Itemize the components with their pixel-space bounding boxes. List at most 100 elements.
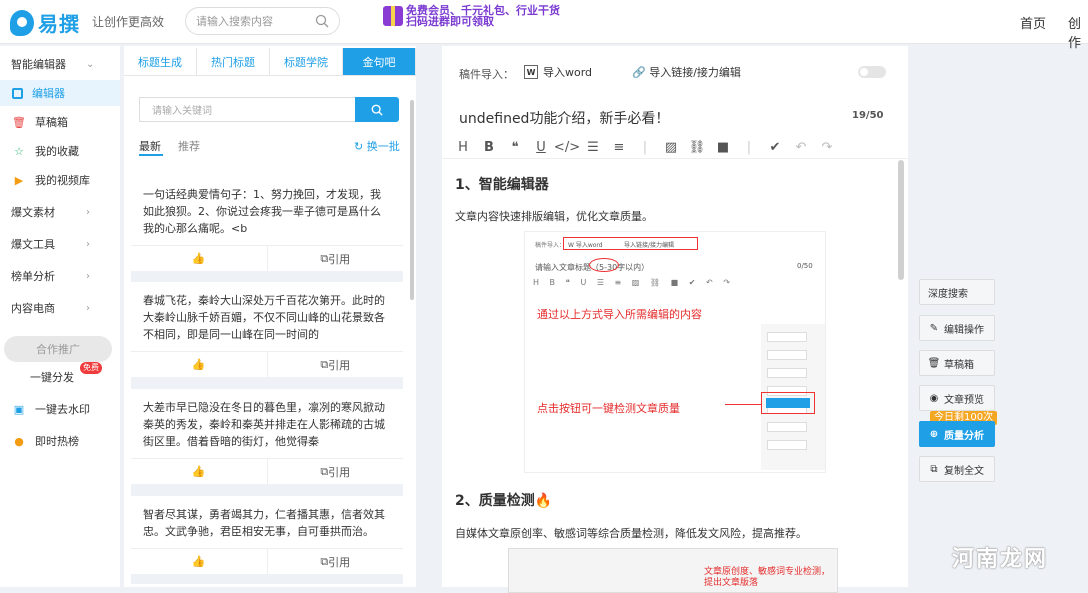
subtab-latest[interactable]: 最新 <box>139 138 161 154</box>
sidebar-ecommerce[interactable]: 内容电商 › <box>0 295 120 321</box>
sidebar-materials[interactable]: 爆文素材 › <box>0 199 120 225</box>
sidebar-rankings-label: 榜单分析 <box>11 270 55 283</box>
keyword-search-button[interactable] <box>355 97 399 122</box>
sidebar-item-watermark[interactable]: ▣ 一键去水印 <box>0 396 120 422</box>
nav-home[interactable]: 首页 <box>1020 13 1046 32</box>
quote-button[interactable]: ⧉ 引用 <box>268 352 404 377</box>
sidebar-rankings[interactable]: 榜单分析 › <box>0 263 120 289</box>
quote-card: 大差市早已隐没在冬日的暮色里，凛冽的寒风掀动秦英的秀发，秦岭和秦英并排走在人影稀… <box>131 389 403 484</box>
sidebar-item-drafts[interactable]: 🗑 草稿箱 <box>0 109 120 135</box>
basket-icon: 🗑 <box>12 115 26 129</box>
import-toggle[interactable] <box>858 66 886 78</box>
quality-analysis-button[interactable]: ⊕ 质量分析 <box>919 421 995 447</box>
heading-icon[interactable]: H <box>452 138 474 156</box>
image-icon[interactable]: ▨ <box>660 138 682 156</box>
shot1-arrow <box>725 404 761 405</box>
active-subtab-underline <box>139 154 163 156</box>
free-badge: 免费 <box>80 362 102 374</box>
ordered-list-icon[interactable]: ☰ <box>582 138 604 156</box>
content-screenshot-1: 稿件导入： W 导入word 导入链接/接力编辑 请输入文章标题（5-30字以内… <box>524 231 826 473</box>
edit-ops-button[interactable]: ✎ 编辑操作 <box>919 315 995 341</box>
slogan: 让创作更高效 <box>92 15 165 29</box>
quote-text: 春城飞花，秦岭大山深处万千百花次第开。此时的大秦岭山脉千娇百媚，不仅不同山峰的山… <box>143 294 385 341</box>
shot1-word: W 导入word <box>568 242 603 249</box>
star-icon: ☆ <box>14 144 24 158</box>
code-icon[interactable]: </> <box>554 138 580 156</box>
like-button[interactable]: 👍 <box>131 352 268 377</box>
logo[interactable]: 易撰 <box>10 8 80 37</box>
grid-icon <box>12 87 23 99</box>
content-paragraph-2: 自媒体文章原创率、敏感词等综合质量检测，降低发文风险，提高推荐。 <box>455 527 807 540</box>
video-icon: ▶ <box>14 173 24 187</box>
sidebar-item-label: 编辑器 <box>32 87 65 100</box>
thumbs-up-icon: 👍 <box>191 555 206 568</box>
keyword-input[interactable]: 请输入关键词 <box>139 97 355 122</box>
link-icon[interactable]: ⛓ <box>686 138 708 156</box>
promo-banner[interactable]: 免费会员、千元礼包、行业干货 扫码进群即可领取 <box>383 5 560 27</box>
tab-title-academy[interactable]: 标题学院 <box>270 48 343 75</box>
import-word-label: 导入word <box>543 66 593 79</box>
drafts-label: 草稿箱 <box>944 359 974 371</box>
deep-search-label: 深度搜索 <box>928 288 968 300</box>
like-button[interactable]: 👍 <box>131 246 268 271</box>
thumbs-up-icon: 👍 <box>191 358 206 371</box>
underline-icon[interactable]: U <box>530 138 552 156</box>
thumbs-up-icon: 👍 <box>191 465 206 478</box>
video-icon[interactable]: ■ <box>712 138 734 156</box>
like-button[interactable]: 👍 <box>131 459 268 484</box>
subtab-recommend[interactable]: 推荐 <box>178 138 200 154</box>
sidebar-tools[interactable]: 爆文工具 › <box>0 231 120 257</box>
like-button[interactable]: 👍 <box>131 549 268 574</box>
sidebar-item-favorites[interactable]: ☆ 我的收藏 <box>0 138 120 164</box>
content-heading-2: 2、质量检测🔥 <box>455 493 553 509</box>
import-label: 稿件导入： <box>459 68 514 81</box>
tab-hot-titles[interactable]: 热门标题 <box>197 48 270 75</box>
quote-card: 春城飞花，秦岭大山深处万千百花次第开。此时的大秦岭山脉千娇百媚，不仅不同山峰的山… <box>131 282 403 377</box>
gift-icon <box>383 6 403 26</box>
bold-icon[interactable]: B <box>478 138 500 156</box>
import-link-label: 导入链接/接力编辑 <box>649 66 741 79</box>
nav-create[interactable]: 创作 <box>1068 13 1088 51</box>
search-icon <box>371 104 383 116</box>
quote-icon: ⧉ <box>320 251 329 265</box>
chevron-right-icon: › <box>86 302 90 314</box>
quote-button[interactable]: ⧉ 引用 <box>268 459 404 484</box>
quote-button[interactable]: ⧉ 引用 <box>268 246 404 271</box>
article-title-input[interactable]: undefined功能介绍，新手必看！ <box>459 108 669 128</box>
sidebar-item-distribute[interactable]: 一键分发 <box>0 364 120 390</box>
eye-icon: ◉ <box>929 392 939 404</box>
chevron-right-icon: › <box>86 206 90 218</box>
preview-button[interactable]: ◉ 文章预览 <box>919 385 995 411</box>
sidebar-item-editor[interactable]: 编辑器 <box>0 80 120 106</box>
quote-icon[interactable]: ❝ <box>504 138 526 156</box>
bullet-list-icon[interactable]: ≡ <box>608 138 630 156</box>
copy-all-button[interactable]: ⧉ 复制全文 <box>919 456 995 482</box>
import-word-button[interactable]: W 导入word <box>524 64 592 80</box>
sidebar-item-hot[interactable]: ● 即时热榜 <box>0 428 120 454</box>
tab-title-generate[interactable]: 标题生成 <box>124 48 197 75</box>
quote-text: 大差市早已隐没在冬日的暮色里，凛冽的寒风掀动秦英的秀发，秦岭和秦英并排走在人影稀… <box>143 401 385 448</box>
separator: | <box>746 139 752 155</box>
quotes-scrollbar[interactable] <box>410 100 414 300</box>
separator: | <box>642 139 648 155</box>
tab-golden-quotes[interactable]: 金句吧 <box>343 48 416 75</box>
shot1-count: 0/50 <box>797 262 813 270</box>
editor-scrollbar[interactable] <box>898 160 904 280</box>
refresh-button[interactable]: ↻ 换一批 <box>354 138 400 154</box>
deep-search-button[interactable]: 深度搜索 <box>919 279 995 305</box>
drafts-button[interactable]: 🗑 草稿箱 <box>919 350 995 376</box>
sidebar-item-videos[interactable]: ▶ 我的视频库 <box>0 167 120 193</box>
redo-icon[interactable]: ↷ <box>816 138 838 156</box>
image-icon: ▣ <box>13 402 25 416</box>
format-brush-icon[interactable]: ✔ <box>764 138 786 156</box>
quote-button[interactable]: ⧉ 引用 <box>268 549 404 574</box>
title-counter: 19/50 <box>852 110 884 121</box>
search-input[interactable]: 请输入搜索内容 <box>185 7 340 35</box>
search-icon[interactable] <box>315 14 329 28</box>
undo-icon[interactable]: ↶ <box>790 138 812 156</box>
shot1-circle-mark <box>589 258 619 272</box>
sidebar-smart-editor[interactable]: 智能编辑器 ⌄ <box>0 51 120 77</box>
import-link-button[interactable]: 🔗 导入链接/接力编辑 <box>632 64 741 80</box>
quote-card: 智者尽其谋，勇者竭其力，仁者播其惠，信者效其忠。文武争驰，君臣相安无事，自可垂拱… <box>131 496 403 574</box>
sidebar-item-label: 一键分发 <box>30 371 74 384</box>
